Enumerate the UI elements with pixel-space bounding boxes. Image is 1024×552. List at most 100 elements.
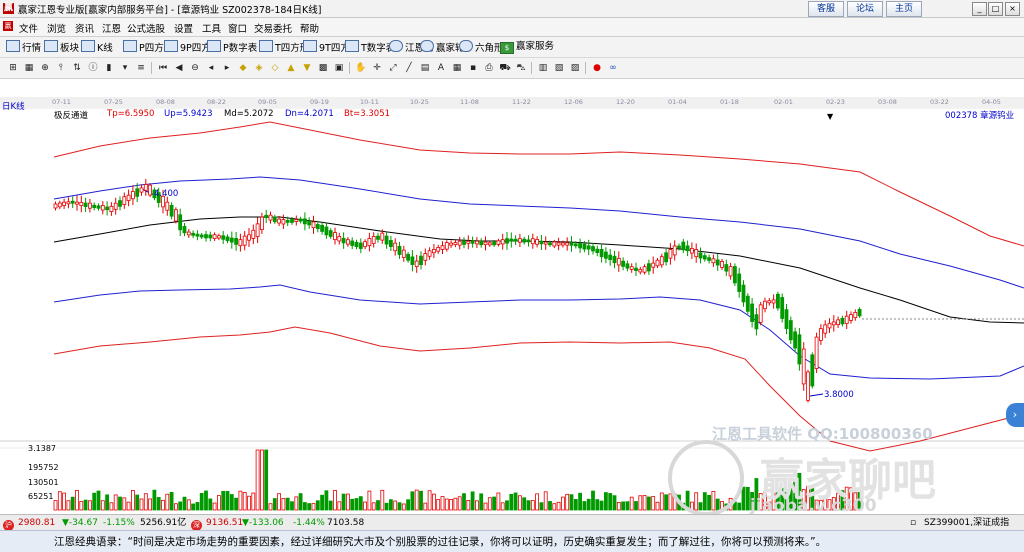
menu-settings[interactable]: 设置 xyxy=(174,21,193,35)
fork-icon[interactable]: ⫯ xyxy=(54,61,68,75)
link-icon[interactable]: ∞ xyxy=(606,61,620,75)
app-icon: 赢 xyxy=(3,3,14,14)
menu-trade[interactable]: 交易委托 xyxy=(254,21,292,35)
high-price-label: 4.400 xyxy=(154,189,179,199)
grid3-icon[interactable]: ▣ xyxy=(332,61,346,75)
candle-body xyxy=(169,204,174,217)
menu-gann[interactable]: 江恩 xyxy=(102,21,121,35)
car-icon[interactable]: ⛍ xyxy=(514,61,528,75)
candle-body xyxy=(328,230,333,237)
diamond2-icon[interactable]: ◈ xyxy=(252,61,266,75)
play-icon[interactable]: ▸ xyxy=(220,61,234,75)
menu-file[interactable]: 文件 xyxy=(19,21,38,35)
arrow-down-icon[interactable]: ▼ xyxy=(300,61,314,75)
volume-bar xyxy=(199,493,204,511)
volume-bar xyxy=(212,502,217,511)
switch-icon[interactable]: ⊞ xyxy=(6,61,20,75)
index-info[interactable]: SZ399001,深证成指 xyxy=(924,517,1009,529)
candle-body xyxy=(216,235,221,239)
toolbar-dollar-button[interactable]: $ 赢家服务 xyxy=(500,40,554,54)
volume-bar xyxy=(608,493,613,511)
sh-index[interactable]: 2980.81 xyxy=(18,517,55,529)
hand-icon[interactable]: ✋ xyxy=(354,61,368,75)
toolbar-t-table-button[interactable]: T数字表 xyxy=(345,40,395,54)
channel-icon[interactable]: ≡ xyxy=(134,61,148,75)
volume-bar xyxy=(582,501,587,511)
cross-icon[interactable]: ✛ xyxy=(370,61,384,75)
chevron-right-icon[interactable]: › xyxy=(1006,403,1024,427)
table-icon[interactable]: ▨ xyxy=(568,61,582,75)
maximize-icon[interactable]: □ xyxy=(988,2,1003,16)
toolbar-p-table-button[interactable]: P数字表 xyxy=(207,40,257,54)
close-icon[interactable]: × xyxy=(1005,2,1020,16)
volume-bar xyxy=(75,490,79,511)
candle-body xyxy=(242,235,247,246)
home-link[interactable]: 主页 xyxy=(886,1,922,17)
grid2-icon[interactable]: ▩ xyxy=(316,61,330,75)
toolbar-blocks-button[interactable]: 板块 xyxy=(44,40,79,54)
save-icon[interactable]: ▪ xyxy=(466,61,480,75)
zoom-out-icon[interactable]: ⊖ xyxy=(188,61,202,75)
zoom-in-icon[interactable]: ⊕ xyxy=(38,61,52,75)
prev-icon[interactable]: ◀ xyxy=(172,61,186,75)
list-icon xyxy=(6,40,20,52)
candle-body xyxy=(100,205,105,211)
forum-link[interactable]: 论坛 xyxy=(847,1,883,17)
menu-info[interactable]: 资讯 xyxy=(75,21,94,35)
color-icon[interactable]: ● xyxy=(590,61,604,75)
sort-icon[interactable]: ⇅ xyxy=(70,61,84,75)
first-icon[interactable]: ⏮ xyxy=(156,61,170,75)
volume-bar xyxy=(70,496,75,511)
calendar-icon[interactable]: ▦ xyxy=(450,61,464,75)
volume-bar xyxy=(406,499,411,511)
candle-body xyxy=(715,259,720,266)
info-icon[interactable]: ⓘ xyxy=(86,61,100,75)
arrow-up-icon[interactable]: ▲ xyxy=(284,61,298,75)
chart-icon[interactable]: ▧ xyxy=(552,61,566,75)
volume-label-1: 195752 xyxy=(28,463,59,472)
status-bar: 沪 2980.81 ▼-34.67 -1.15% 5256.91亿 深 9136… xyxy=(0,514,1024,531)
candle-body xyxy=(165,201,170,211)
rewind-icon[interactable]: ◂ xyxy=(204,61,218,75)
service-link[interactable]: 客服 xyxy=(808,1,844,17)
calc-icon[interactable]: ▥ xyxy=(536,61,550,75)
volume-bar xyxy=(156,497,161,511)
diamond3-icon[interactable]: ◇ xyxy=(268,61,282,75)
truck-icon[interactable]: ⛟ xyxy=(498,61,512,75)
sz-index[interactable]: 9136.51 xyxy=(206,517,243,529)
bar-icon[interactable]: ▮ xyxy=(102,61,116,75)
menu-tools[interactable]: 工具 xyxy=(202,21,221,35)
text-icon[interactable]: A xyxy=(434,61,448,75)
dropdown-icon[interactable]: ▾ xyxy=(118,61,132,75)
toolbar-list-button[interactable]: 行情 xyxy=(6,40,41,54)
minimize-icon[interactable]: _ xyxy=(972,2,987,16)
toolbar-winner-wheel-button[interactable]: 赢家轮 xyxy=(420,40,465,54)
volume-bar xyxy=(371,502,376,511)
candle-body xyxy=(810,354,815,387)
volume-bar xyxy=(741,486,746,511)
volume-bar xyxy=(737,502,742,511)
volume-bar xyxy=(109,502,114,511)
toolbar-candle-button[interactable]: K线 xyxy=(81,40,113,54)
candle-body xyxy=(698,252,703,259)
menu-bar: 赢 文件 浏览 资讯 江恩 公式选股 设置 工具 窗口 交易委托 帮助 _ ▫ … xyxy=(0,18,1024,48)
print-icon[interactable]: ⎙ xyxy=(482,61,496,75)
toolbar-t-square-button[interactable]: T四方形 xyxy=(259,40,309,54)
dropdown-marker-icon[interactable]: ▼ xyxy=(827,112,833,121)
volume-bar xyxy=(586,498,591,511)
menu-help[interactable]: 帮助 xyxy=(300,21,319,35)
diamond-icon[interactable]: ◆ xyxy=(236,61,250,75)
cursor-icon[interactable]: ⤢ xyxy=(386,61,400,75)
candle-body xyxy=(462,240,466,245)
sh-pct: -1.15% xyxy=(103,518,135,528)
menu-browse[interactable]: 浏览 xyxy=(47,21,66,35)
candle-body xyxy=(505,238,509,244)
toolbar-hexagon-button[interactable]: 六角形 xyxy=(459,40,504,54)
line-icon[interactable]: ╱ xyxy=(402,61,416,75)
menu-formula[interactable]: 公式选股 xyxy=(127,21,165,35)
candle-body xyxy=(608,254,613,261)
date-tick: 07-11 xyxy=(52,98,71,106)
doc-icon[interactable]: ▤ xyxy=(418,61,432,75)
menu-window[interactable]: 窗口 xyxy=(228,21,247,35)
grid-icon[interactable]: ▦ xyxy=(22,61,36,75)
